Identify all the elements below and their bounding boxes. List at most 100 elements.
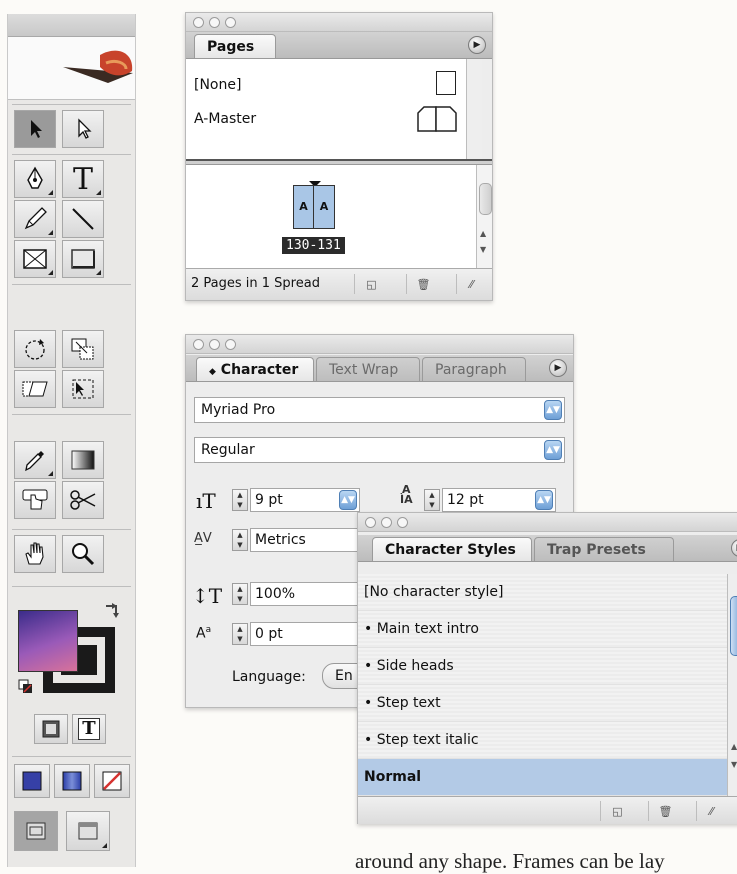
type-tool[interactable]: T	[62, 160, 104, 198]
solid-color-icon	[21, 770, 43, 792]
masters-scrollbar[interactable]	[466, 59, 482, 159]
button-tool[interactable]	[14, 481, 56, 519]
resize-grip-icon[interactable]: ⁄⁄	[456, 274, 486, 294]
preview-mode[interactable]	[66, 811, 110, 851]
new-page-button[interactable]: ◱	[354, 274, 388, 294]
apply-color-button[interactable]	[14, 764, 50, 798]
delete-page-button[interactable]: 🗑	[406, 274, 440, 294]
zoom-window-button[interactable]	[225, 17, 236, 28]
close-window-button[interactable]	[193, 339, 204, 350]
resize-grip-icon[interactable]: ⁄⁄	[696, 801, 726, 821]
font-size-input[interactable]: 9 pt ▲▼	[250, 488, 360, 512]
free-transform-tool[interactable]	[62, 370, 104, 408]
vertical-scale-stepper[interactable]: ▲▼	[232, 583, 248, 605]
new-style-button[interactable]: ◱	[600, 801, 634, 821]
pages-titlebar[interactable]	[186, 13, 492, 32]
character-titlebar[interactable]	[186, 335, 573, 354]
tab-text-wrap-label: Text Wrap	[329, 362, 398, 378]
font-size-stepper[interactable]: ▲▼	[232, 489, 248, 511]
right-page-thumb[interactable]: A	[314, 185, 335, 229]
leading-input[interactable]: 12 pt ▲▼	[442, 488, 556, 512]
character-styles-titlebar[interactable]	[358, 513, 737, 532]
selection-tool[interactable]	[14, 110, 56, 148]
scroll-thumb[interactable]	[479, 183, 492, 215]
hand-tool[interactable]	[14, 535, 56, 573]
normal-view-mode[interactable]	[14, 811, 58, 851]
select-arrows-icon: ▲▼	[544, 440, 562, 460]
scroll-down-icon[interactable]: ▼	[731, 760, 737, 769]
panel-menu-button[interactable]: ▶	[731, 539, 737, 557]
zoom-window-button[interactable]	[397, 517, 408, 528]
master-none[interactable]: [None]	[194, 77, 241, 93]
formatting-affects-container[interactable]	[34, 714, 68, 744]
kerning-stepper[interactable]: ▲▼	[232, 529, 248, 551]
list-item[interactable]: [No character style]	[358, 574, 727, 611]
rectangle-tool[interactable]	[62, 240, 104, 278]
rectangle-frame-tool[interactable]	[14, 240, 56, 278]
minimize-window-button[interactable]	[209, 339, 220, 350]
tab-pages[interactable]: Pages	[194, 34, 276, 58]
baseline-shift-input[interactable]: 0 pt	[250, 622, 370, 646]
direct-selection-tool[interactable]	[62, 110, 104, 148]
swap-fill-stroke-icon[interactable]	[102, 600, 126, 628]
free-transform-icon	[70, 377, 96, 401]
font-style-select[interactable]: Regular ▲▼	[194, 437, 565, 463]
master-a[interactable]: A-Master	[194, 111, 256, 127]
close-window-button[interactable]	[365, 517, 376, 528]
tab-trap-presets[interactable]: Trap Presets	[534, 537, 674, 561]
kerning-input[interactable]: Metrics	[250, 528, 370, 552]
apply-none-button[interactable]	[94, 764, 130, 798]
list-item[interactable]: • Step text italic	[358, 722, 727, 759]
font-family-select[interactable]: Myriad Pro ▲▼	[194, 397, 565, 423]
vertical-scale-input[interactable]: 100%	[250, 582, 370, 606]
default-fill-stroke-icon[interactable]	[18, 679, 32, 693]
baseline-shift-stepper[interactable]: ▲▼	[232, 623, 248, 645]
preview-icon	[76, 820, 100, 842]
list-item[interactable]: • Side heads	[358, 648, 727, 685]
panel-menu-button[interactable]: ▶	[468, 36, 486, 54]
line-tool[interactable]	[62, 200, 104, 238]
none-slash-icon	[101, 770, 123, 792]
pen-tool[interactable]	[14, 160, 56, 198]
scroll-down-icon[interactable]: ▼	[480, 245, 486, 254]
toolbox-divider	[12, 414, 131, 415]
left-page-thumb[interactable]: A	[293, 185, 314, 229]
tab-paragraph[interactable]: Paragraph	[422, 357, 526, 381]
formatting-affects-text[interactable]: T	[72, 714, 106, 744]
character-styles-tabbar: Character Styles Trap Presets ▶	[358, 535, 737, 562]
pages-scrollbar[interactable]: ▲ ▼	[476, 165, 492, 268]
tab-character-styles[interactable]: Character Styles	[372, 537, 532, 561]
shear-tool[interactable]	[14, 370, 56, 408]
toolbox-divider	[12, 529, 131, 530]
minimize-window-button[interactable]	[209, 17, 220, 28]
tab-text-wrap[interactable]: Text Wrap	[316, 357, 420, 381]
scroll-thumb[interactable]	[730, 596, 737, 656]
language-value: En	[335, 668, 353, 684]
list-item[interactable]: • Step text	[358, 685, 727, 722]
scissors-tool[interactable]	[62, 481, 104, 519]
scale-tool[interactable]	[62, 330, 104, 368]
scroll-up-icon[interactable]: ▲	[731, 742, 737, 751]
delete-style-button[interactable]: 🗑	[648, 801, 682, 821]
fill-swatch[interactable]	[18, 610, 78, 672]
list-item-selected[interactable]: Normal	[358, 759, 727, 796]
close-window-button[interactable]	[193, 17, 204, 28]
panel-menu-button[interactable]: ▶	[549, 359, 567, 377]
apply-gradient-button[interactable]	[54, 764, 90, 798]
zoom-window-button[interactable]	[225, 339, 236, 350]
minimize-window-button[interactable]	[381, 517, 392, 528]
zoom-tool[interactable]	[62, 535, 104, 573]
arrow-pointer-icon	[25, 118, 45, 140]
toolbox-titlebar[interactable]	[8, 14, 135, 37]
rotate-tool[interactable]	[14, 330, 56, 368]
tab-character[interactable]: ◆ Character	[196, 357, 314, 381]
spread-thumbnail[interactable]: A A	[293, 185, 335, 229]
styles-scrollbar[interactable]: ▲ ▼	[727, 574, 737, 796]
gradient-tool[interactable]	[62, 441, 104, 479]
leading-stepper[interactable]: ▲▼	[424, 489, 440, 511]
select-arrows-icon: ▲▼	[339, 490, 357, 510]
pencil-tool[interactable]	[14, 200, 56, 238]
eyedropper-tool[interactable]	[14, 441, 56, 479]
list-item[interactable]: • Main text intro	[358, 611, 727, 648]
scroll-up-icon[interactable]: ▲	[480, 229, 486, 238]
